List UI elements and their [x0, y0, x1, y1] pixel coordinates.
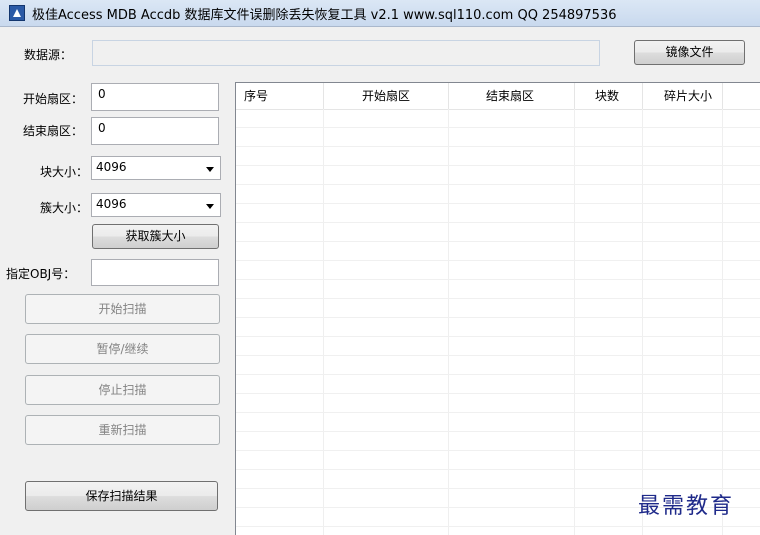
- chevron-down-icon[interactable]: [206, 167, 214, 172]
- obj-number-input[interactable]: [91, 259, 219, 286]
- table-row[interactable]: [236, 223, 760, 242]
- table-row[interactable]: [236, 318, 760, 337]
- column-header-index[interactable]: 序号: [236, 83, 324, 109]
- start-sector-label: 开始扇区：: [23, 92, 84, 106]
- table-header: 序号 开始扇区 结束扇区 块数 碎片大小: [236, 83, 760, 110]
- table-row[interactable]: [236, 147, 760, 166]
- obj-number-label: 指定OBJ号：: [6, 267, 76, 281]
- image-file-button[interactable]: 镜像文件: [634, 40, 745, 65]
- table-row[interactable]: [236, 185, 760, 204]
- table-row[interactable]: [236, 299, 760, 318]
- table-row[interactable]: [236, 451, 760, 470]
- cluster-size-value: 4096: [96, 197, 127, 211]
- table-row[interactable]: [236, 432, 760, 451]
- table-row[interactable]: [236, 166, 760, 185]
- column-header-end-sector[interactable]: 结束扇区: [449, 83, 575, 109]
- block-size-value: 4096: [96, 160, 127, 174]
- datasource-field[interactable]: [92, 40, 600, 66]
- save-results-button[interactable]: 保存扫描结果: [25, 481, 218, 511]
- title-bar: 极佳Access MDB Accdb 数据库文件误删除丢失恢复工具 v2.1 w…: [0, 0, 760, 27]
- table-row[interactable]: [236, 261, 760, 280]
- table-row[interactable]: [236, 394, 760, 413]
- end-sector-input[interactable]: 0: [91, 117, 219, 145]
- table-row[interactable]: [236, 356, 760, 375]
- table-row[interactable]: [236, 375, 760, 394]
- table-row[interactable]: [236, 337, 760, 356]
- watermark-text: 最需教育: [638, 494, 735, 519]
- table-row[interactable]: [236, 413, 760, 432]
- table-row[interactable]: [236, 242, 760, 261]
- table-row[interactable]: [236, 109, 760, 128]
- get-cluster-size-button[interactable]: 获取簇大小: [92, 224, 219, 249]
- table-row[interactable]: [236, 280, 760, 299]
- column-header-block-count[interactable]: 块数: [575, 83, 643, 109]
- pause-resume-button[interactable]: 暂停/继续: [25, 334, 220, 364]
- table-row[interactable]: [236, 470, 760, 489]
- stop-scan-button[interactable]: 停止扫描: [25, 375, 220, 405]
- window-title: 极佳Access MDB Accdb 数据库文件误删除丢失恢复工具 v2.1 w…: [32, 8, 617, 23]
- app-icon: [9, 5, 25, 21]
- cluster-size-label: 簇大小：: [40, 201, 89, 215]
- column-header-fragment-size[interactable]: 碎片大小: [643, 83, 723, 109]
- chevron-down-icon[interactable]: [206, 204, 214, 209]
- datasource-label: 数据源：: [24, 48, 73, 62]
- table-row[interactable]: [236, 128, 760, 147]
- end-sector-label: 结束扇区：: [23, 124, 84, 138]
- start-sector-input[interactable]: 0: [91, 83, 219, 111]
- start-scan-button[interactable]: 开始扫描: [25, 294, 220, 324]
- results-table[interactable]: 序号 开始扇区 结束扇区 块数 碎片大小: [235, 82, 760, 535]
- rescan-button[interactable]: 重新扫描: [25, 415, 220, 445]
- block-size-select[interactable]: 4096: [91, 156, 221, 180]
- block-size-label: 块大小：: [40, 165, 89, 179]
- column-header-start-sector[interactable]: 开始扇区: [324, 83, 449, 109]
- cluster-size-select[interactable]: 4096: [91, 193, 221, 217]
- table-row[interactable]: [236, 204, 760, 223]
